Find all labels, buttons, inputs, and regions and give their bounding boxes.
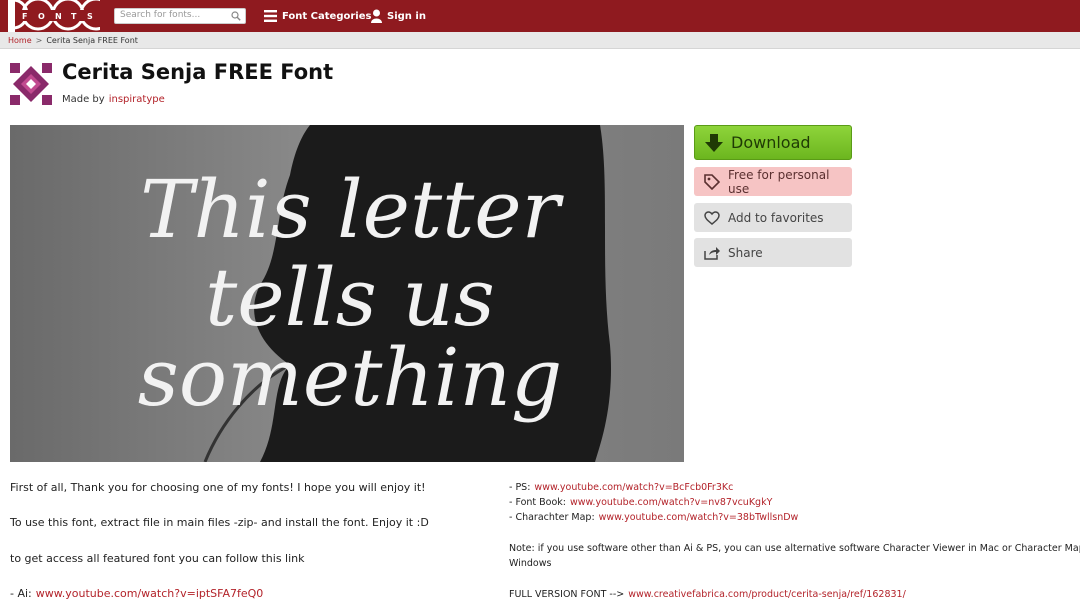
user-icon <box>371 9 382 23</box>
made-by: Made by inspiratype <box>62 94 165 105</box>
description-paragraph: First of all, Thank you for choosing one… <box>10 481 426 494</box>
software-note-continued: Windows <box>509 558 552 569</box>
search-icon[interactable] <box>231 11 241 21</box>
preview-line: This letter <box>140 163 565 256</box>
price-tag-icon <box>704 173 720 190</box>
logo-letter: N <box>55 12 62 21</box>
logo-letter: T <box>71 12 77 21</box>
share-button[interactable]: Share <box>694 238 852 267</box>
logo-letter: S <box>87 12 93 21</box>
favorites-label: Add to favorites <box>728 210 824 225</box>
logo-letter: F <box>22 12 27 21</box>
tutorial-charmap-line: - Charachter Map: www.youtube.com/watch?v… <box>509 512 798 523</box>
tutorial-fontbook-line: - Font Book: www.youtube.com/watch?v=nv87… <box>509 497 772 508</box>
author-link[interactable]: inspiratype <box>109 94 165 105</box>
ps-label: - PS: <box>509 482 531 493</box>
sign-in-label: Sign in <box>387 10 426 22</box>
tutorial-ai-line: - Ai: www.youtube.com/watch?v=iptSFA7feQ0 <box>10 587 263 600</box>
logo-letter: O <box>38 12 45 21</box>
share-icon <box>704 246 720 260</box>
charmap-label: - Charachter Map: <box>509 512 595 523</box>
font-categories-menu[interactable]: Font Categories <box>264 0 371 32</box>
ps-tutorial-link[interactable]: www.youtube.com/watch?v=BcFcb0Fr3Kc <box>534 482 733 493</box>
font-preview-image: This letter tells us something <box>10 125 684 462</box>
add-to-favorites-button[interactable]: Add to favorites <box>694 203 852 232</box>
heart-icon <box>704 210 720 225</box>
download-arrow-icon <box>705 133 723 152</box>
share-label: Share <box>728 245 763 260</box>
software-note: Note: if you use software other than Ai … <box>509 543 1080 554</box>
description-paragraph: To use this font, extract file in main f… <box>10 516 429 529</box>
ai-tutorial-link[interactable]: www.youtube.com/watch?v=iptSFA7feQ0 <box>36 587 264 600</box>
license-badge[interactable]: Free for personal use <box>694 167 852 196</box>
hamburger-icon <box>264 10 277 22</box>
tutorial-ps-line: - PS: www.youtube.com/watch?v=BcFcb0Fr3Kc <box>509 482 733 493</box>
fontbook-label: - Font Book: <box>509 497 566 508</box>
charmap-tutorial-link[interactable]: www.youtube.com/watch?v=38bTwllsnDw <box>599 512 799 523</box>
ai-label: - Ai: <box>10 587 32 600</box>
download-button[interactable]: Download <box>694 125 852 160</box>
author-avatar[interactable] <box>10 63 52 105</box>
breadcrumb-current: Cerita Senja FREE Font <box>46 36 138 45</box>
breadcrumb-home[interactable]: Home <box>8 36 32 45</box>
page-title: Cerita Senja FREE Font <box>62 60 334 84</box>
top-navigation-bar: F O N T S Search for fonts... Font Categ… <box>0 0 1080 32</box>
description-paragraph: to get access all featured font you can … <box>10 552 305 565</box>
breadcrumb-bar: Home > Cerita Senja FREE Font <box>0 32 1080 49</box>
full-version-link[interactable]: www.creativefabrica.com/product/cerita-s… <box>628 589 906 600</box>
sign-in-link[interactable]: Sign in <box>371 0 426 32</box>
font-categories-label: Font Categories <box>282 10 372 22</box>
preview-line: something <box>138 331 562 424</box>
license-label: Free for personal use <box>728 167 830 196</box>
fontbook-tutorial-link[interactable]: www.youtube.com/watch?v=nv87vcuKgkY <box>570 497 772 508</box>
search-input[interactable]: Search for fonts... <box>114 8 246 24</box>
full-version-line: FULL VERSION FONT --> www.creativefabrica… <box>509 589 906 600</box>
full-version-label: FULL VERSION FONT --> <box>509 589 625 600</box>
download-label: Download <box>731 133 811 152</box>
site-logo[interactable]: F O N T S <box>0 0 113 32</box>
breadcrumb: Home > Cerita Senja FREE Font <box>8 36 138 45</box>
search-placeholder: Search for fonts... <box>120 10 201 20</box>
made-by-label: Made by <box>62 94 105 105</box>
breadcrumb-separator: > <box>35 36 43 45</box>
